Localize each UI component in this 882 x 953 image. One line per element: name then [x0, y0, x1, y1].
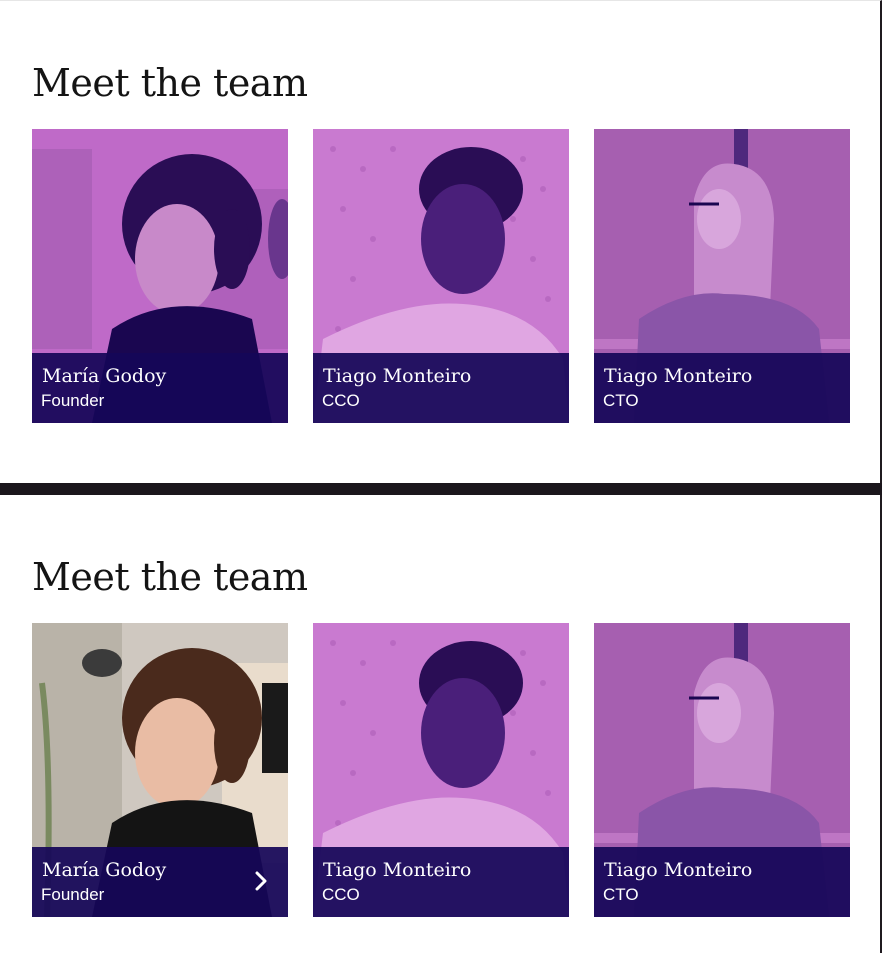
team-section-hover: Meet the team María Godoy Founder Tiago …	[0, 495, 882, 953]
section-heading: Meet the team	[32, 61, 308, 105]
member-name: Tiago Monteiro	[323, 859, 472, 881]
team-card-tiago-monteiro-cco[interactable]: Tiago Monteiro CCO	[313, 623, 569, 917]
section-heading: Meet the team	[32, 555, 308, 599]
team-card-maria-godoy[interactable]: María Godoy Founder	[32, 129, 288, 423]
team-card-tiago-monteiro-cco[interactable]: Tiago Monteiro CCO	[313, 129, 569, 423]
chevron-right-icon[interactable]	[254, 871, 268, 891]
team-card-tiago-monteiro-cto[interactable]: Tiago Monteiro CTO	[594, 623, 850, 917]
member-name: Tiago Monteiro	[604, 365, 753, 387]
card-caption: Tiago Monteiro CTO	[594, 847, 850, 917]
team-card-maria-godoy-active[interactable]: María Godoy Founder	[32, 623, 288, 917]
team-card-tiago-monteiro-cto[interactable]: Tiago Monteiro CTO	[594, 129, 850, 423]
member-role: Founder	[41, 391, 105, 410]
member-role: CCO	[322, 885, 360, 904]
member-role: CTO	[603, 391, 639, 410]
card-caption: María Godoy Founder	[32, 847, 288, 917]
section-divider	[0, 483, 882, 495]
card-caption: María Godoy Founder	[32, 353, 288, 423]
card-caption: Tiago Monteiro CTO	[594, 353, 850, 423]
team-section-default: Meet the team María Godoy Founder Tiago …	[0, 0, 882, 484]
member-name: María Godoy	[42, 365, 167, 387]
member-name: Tiago Monteiro	[323, 365, 472, 387]
member-name: Tiago Monteiro	[604, 859, 753, 881]
member-name: María Godoy	[42, 859, 167, 881]
member-role: CCO	[322, 391, 360, 410]
card-caption: Tiago Monteiro CCO	[313, 353, 569, 423]
member-role: Founder	[41, 885, 105, 904]
card-caption: Tiago Monteiro CCO	[313, 847, 569, 917]
member-role: CTO	[603, 885, 639, 904]
